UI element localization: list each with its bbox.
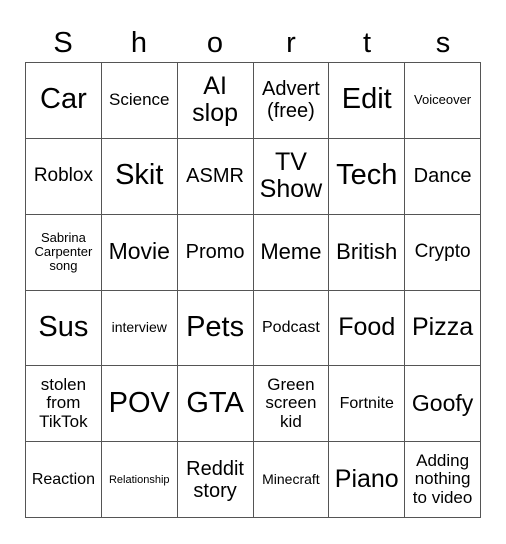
bingo-cell[interactable]: Goofy bbox=[405, 366, 481, 443]
bingo-card: Car Science AI slop Advert (free) Edit V… bbox=[25, 62, 481, 518]
bingo-cell[interactable]: Reaction bbox=[26, 442, 102, 518]
bingo-cell[interactable]: TV Show bbox=[253, 138, 330, 215]
bingo-cell[interactable]: Car bbox=[26, 63, 102, 139]
bingo-cell[interactable]: interview bbox=[101, 290, 178, 367]
bingo-cell[interactable]: Minecraft bbox=[253, 442, 330, 518]
bingo-cell[interactable]: British bbox=[329, 214, 406, 291]
bingo-cell[interactable]: Food bbox=[329, 290, 406, 367]
bingo-cell[interactable]: Relationship bbox=[101, 442, 178, 518]
bingo-cell[interactable]: ASMR bbox=[177, 138, 254, 215]
bingo-cell[interactable]: Dance bbox=[405, 138, 481, 215]
bingo-cell[interactable]: Crypto bbox=[405, 214, 481, 291]
bingo-cell[interactable]: AI slop bbox=[177, 63, 254, 139]
bingo-cell[interactable]: GTA bbox=[177, 366, 254, 443]
title-letter: h bbox=[130, 27, 148, 59]
bingo-cell[interactable]: stolen from TikTok bbox=[26, 366, 102, 443]
bingo-cell[interactable]: Fortnite bbox=[329, 366, 406, 443]
title-letter: S bbox=[53, 27, 73, 59]
bingo-cell[interactable]: POV bbox=[101, 366, 178, 443]
title-letter: s bbox=[435, 27, 451, 59]
bingo-cell[interactable]: Piano bbox=[329, 442, 406, 518]
bingo-title: S h o r t s bbox=[25, 24, 481, 62]
bingo-cell[interactable]: Podcast bbox=[253, 290, 330, 367]
bingo-cell[interactable]: Skit bbox=[101, 138, 178, 215]
bingo-cell[interactable]: Voiceover bbox=[405, 63, 481, 139]
bingo-cell[interactable]: Green screen kid bbox=[253, 366, 330, 443]
bingo-cell[interactable]: Meme bbox=[253, 214, 330, 291]
bingo-cell[interactable]: Sus bbox=[26, 290, 102, 367]
bingo-cell[interactable]: Edit bbox=[329, 63, 406, 139]
title-letter: t bbox=[362, 27, 372, 59]
title-letter: o bbox=[206, 27, 224, 59]
bingo-cell[interactable]: Pets bbox=[177, 290, 254, 367]
bingo-cell[interactable]: Tech bbox=[329, 138, 406, 215]
bingo-cell[interactable]: Promo bbox=[177, 214, 254, 291]
bingo-cell[interactable]: Adding nothing to video bbox=[405, 442, 481, 518]
bingo-cell[interactable]: Sabrina Carpenter song bbox=[26, 214, 102, 291]
bingo-cell[interactable]: Roblox bbox=[26, 138, 102, 215]
bingo-cell[interactable]: Advert (free) bbox=[253, 63, 330, 139]
bingo-cell[interactable]: Reddit story bbox=[177, 442, 254, 518]
bingo-cell[interactable]: Pizza bbox=[405, 290, 481, 367]
bingo-cell[interactable]: Science bbox=[101, 63, 178, 139]
bingo-cell[interactable]: Movie bbox=[101, 214, 178, 291]
title-letter: r bbox=[286, 27, 296, 59]
